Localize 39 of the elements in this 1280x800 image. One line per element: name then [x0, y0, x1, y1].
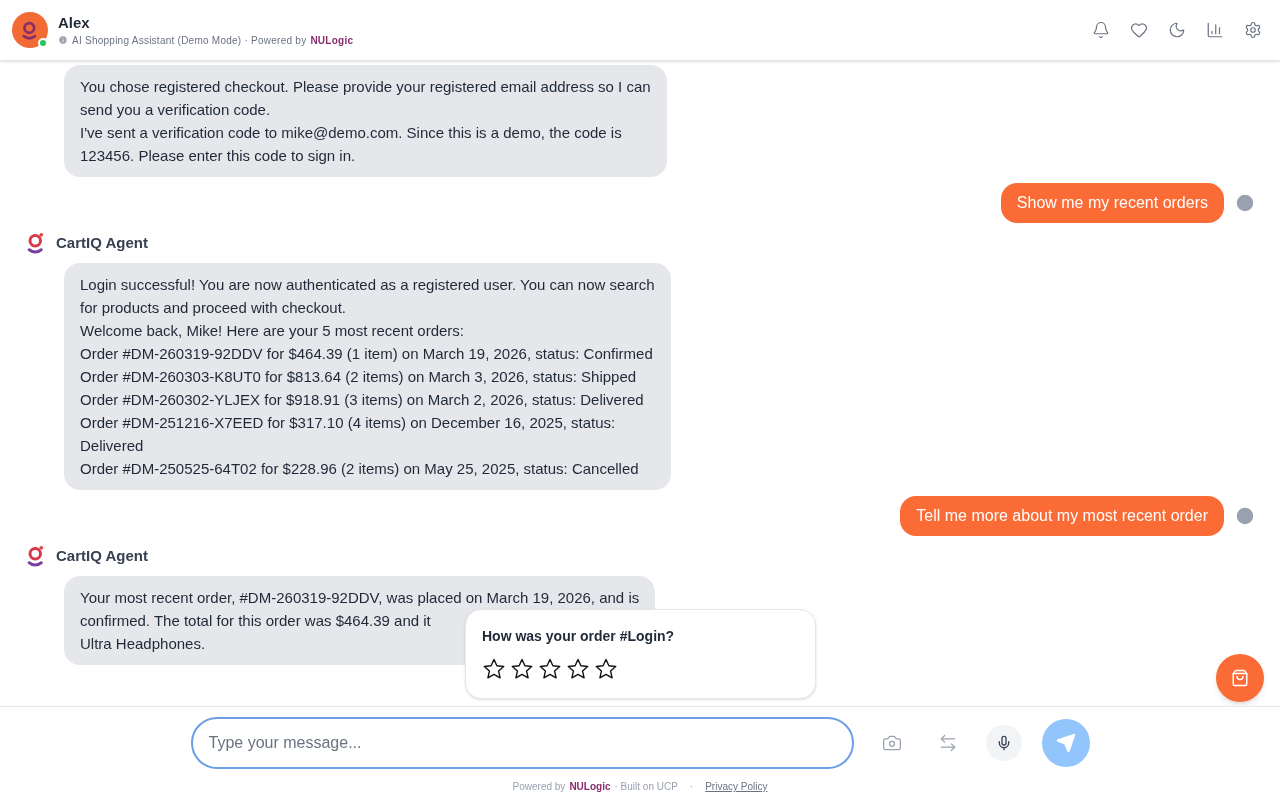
- settings-icon: [1244, 21, 1262, 39]
- agent-message: Login successful! You are now authenticated as a registered user. You can now search for products and proceed with checkout. Welcome back, Mike! Here are your 5 most recent orders: Order #DM-260319-92DDV for $464.39 (1 item) on March 19, 2026, status: Confirmed Order #DM-260303-K8UT0 for $813.64 (2 items) on March 3, 2026, status: Shipped Order #DM-260302-YLJEX for $918.91 (3 items) on March 2, 2026, status: Delivered Order #DM-251216-X7EED for $317.10 (4 items) on December 16, 2025, status: Delivered Order #DM-250525-64T02 for $228.96 (2 items) on May 25, 2025, status: Cancelled: [64, 263, 671, 490]
- star-icon[interactable]: [566, 657, 590, 681]
- agent-name: CartIQ Agent: [56, 545, 148, 566]
- bar-chart-button[interactable]: [1206, 21, 1224, 39]
- send-icon: [1055, 733, 1076, 753]
- footer-separator: ·: [689, 780, 694, 794]
- heart-icon: [1130, 21, 1148, 39]
- agent-name: CartIQ Agent: [56, 232, 148, 253]
- privacy-policy-link[interactable]: Privacy Policy: [705, 779, 768, 794]
- footer-brand: NULogic: [569, 780, 611, 794]
- chat-subtitle: AI Shopping Assistant (Demo Mode) · Powered by: [72, 33, 307, 48]
- footer-text: · Built on UCP: [614, 780, 678, 794]
- microphone-button[interactable]: [985, 725, 1022, 761]
- cart-button[interactable]: [1216, 654, 1264, 702]
- brand-name: NULogic: [310, 33, 354, 48]
- moon-button[interactable]: [1168, 21, 1186, 39]
- star-icon[interactable]: [594, 657, 618, 681]
- user-message: Show me my recent orders: [1000, 183, 1224, 223]
- star-icon[interactable]: [482, 657, 506, 681]
- settings-button[interactable]: [1244, 21, 1262, 39]
- chat-title: Alex: [58, 12, 91, 33]
- bell-icon: [1092, 21, 1110, 39]
- message-input[interactable]: Type your message...: [190, 717, 854, 769]
- user-avatar-icon: [1234, 192, 1256, 214]
- user-avatar-icon: [1234, 505, 1256, 527]
- avatar: [12, 12, 48, 48]
- bar-chart-icon: [1206, 21, 1224, 39]
- star-icon[interactable]: [538, 657, 562, 681]
- bell-button[interactable]: [1092, 21, 1110, 39]
- agent-message: You chose registered checkout. Please provide your registered email address so I can send you a verification code. I've sent a verification code to mike@demo.com. Since this is a demo, the code is 123456. Please enter this code to sign in.: [64, 65, 667, 177]
- camera-icon: [881, 733, 902, 753]
- star-icon[interactable]: [510, 657, 534, 681]
- user-message: Tell me more about my most recent order: [900, 496, 1224, 536]
- moon-icon: [1168, 21, 1186, 39]
- footer-text: Powered by: [512, 780, 566, 794]
- shopping-bag-icon: [1231, 669, 1249, 687]
- heart-button[interactable]: [1130, 21, 1148, 39]
- info-icon: [58, 35, 68, 45]
